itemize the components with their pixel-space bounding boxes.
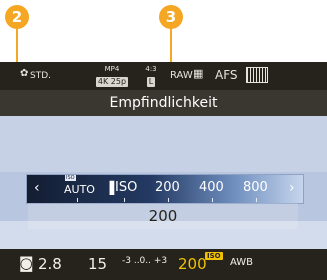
iso-tag: ISO (205, 252, 223, 260)
scale-tick (124, 198, 125, 202)
metering-grid-icon (246, 67, 268, 83)
chevron-right-icon[interactable]: › (289, 180, 295, 196)
image-size: L (146, 77, 156, 87)
photo-style-label: STD. (30, 71, 52, 81)
scale-tick (212, 198, 213, 202)
aperture-value: 2.8 (38, 255, 62, 273)
menu-title-bar: Empfindlichkeit (0, 90, 327, 116)
quality-grid-icon: ▦ (193, 67, 204, 80)
callout-number-3: 3 (165, 8, 177, 26)
callout-badge-2: 2 (5, 5, 29, 29)
exposure-scale: -3 ..0.. +3 (122, 256, 168, 266)
iso-option-200[interactable]: 200 (155, 180, 180, 195)
callout-badge-3: 3 (159, 5, 183, 29)
focus-mode-label: AFS (215, 68, 238, 82)
iso-selector-strip[interactable]: ‹ AUTO ISO ▐ ISO 200 400 800 › (26, 174, 304, 204)
aspect-indicator: 4:3 L (139, 65, 163, 87)
white-balance-label: AWB (230, 257, 254, 268)
chevron-left-icon[interactable]: ‹ (34, 180, 40, 196)
iso-option-800[interactable]: 800 (243, 180, 268, 195)
iso-option-400[interactable]: 400 (199, 180, 224, 195)
callout-number-2: 2 (11, 8, 23, 26)
camera-screen: ✿ STD. MP4 4K 25p 4:3 L RAW ▦ AFS Empfin… (0, 62, 327, 280)
scale-tick (256, 198, 257, 202)
iso-display-value: 200 (178, 255, 207, 273)
scale-tick (168, 198, 169, 202)
aspect-ratio: 4:3 (145, 65, 157, 73)
iso-auto-badge: ISO (65, 175, 76, 181)
quality-label: RAW (170, 70, 193, 81)
metering-mode-icon: ◙ (19, 254, 34, 272)
menu-title: Empfindlichkeit (109, 95, 218, 111)
selected-iso-value: 200 (148, 207, 178, 225)
scale-tick (77, 198, 78, 202)
iso-option-auto[interactable]: AUTO (64, 183, 95, 196)
video-format-top: MP4 (104, 65, 120, 73)
shutter-speed-value: 15 (88, 255, 108, 273)
photo-style-icon: ✿ (20, 68, 29, 79)
iso-option-iso[interactable]: ISO (115, 180, 137, 195)
preview-background-top (0, 116, 327, 172)
video-format-bottom: 4K 25p (95, 77, 129, 87)
status-bar: ✿ STD. MP4 4K 25p 4:3 L RAW ▦ AFS (0, 62, 327, 90)
live-preview: ‹ AUTO ISO ▐ ISO 200 400 800 › 200 (0, 116, 327, 249)
selected-iso-value-box: 200 (28, 203, 298, 229)
video-format-indicator: MP4 4K 25p (93, 65, 131, 87)
intelligent-iso-icon: ▐ (105, 181, 115, 195)
bottom-info-bar: ◙ 2.8 15 -3 ..0.. +3 200 ISO AWB (0, 249, 327, 280)
